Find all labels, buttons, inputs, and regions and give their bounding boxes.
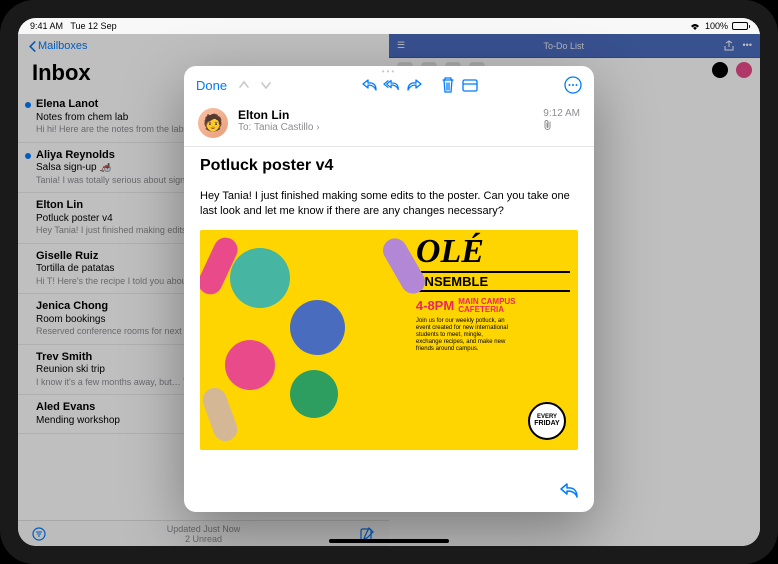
poster-desc: Join us for our weekly potluck, an event… — [416, 318, 508, 354]
poster-title: OLÉ — [416, 238, 570, 267]
wifi-icon — [689, 22, 701, 31]
email-body[interactable]: Potluck poster v4 Hey Tania! I just fini… — [184, 147, 594, 512]
trash-icon[interactable] — [439, 76, 457, 94]
notes-title: To-Do List — [544, 41, 585, 51]
modal-toolbar: Done — [184, 76, 594, 100]
battery-icon — [732, 22, 748, 30]
every-friday-badge: EVERY FRIDAY — [528, 402, 566, 440]
badge-bottom: FRIDAY — [534, 420, 559, 427]
modal-grip[interactable] — [184, 66, 594, 76]
notes-menu-icon[interactable]: ☰ — [397, 40, 405, 51]
status-bar: 9:41 AM Tue 12 Sep 100% — [18, 18, 760, 34]
color-pink[interactable] — [736, 62, 752, 78]
email-subject: Potluck poster v4 — [200, 157, 578, 175]
poster-subtitle: ENSEMBLE — [416, 271, 570, 292]
poster-loc2: CAFETERIA — [458, 306, 515, 314]
archive-icon[interactable] — [461, 76, 479, 94]
status-time: 9:41 AM — [30, 21, 63, 31]
email-header: 🧑 Elton Lin To: Tania Castillo › 9:12 AM — [184, 100, 594, 147]
next-email-icon[interactable] — [257, 76, 275, 94]
battery-percent: 100% — [705, 21, 728, 31]
filter-icon[interactable] — [32, 527, 46, 541]
email-modal: Done — [184, 66, 594, 512]
attachment-icon — [543, 119, 580, 131]
color-black[interactable] — [712, 62, 728, 78]
updated-label: Updated Just Now — [18, 524, 389, 534]
mailboxes-back-button[interactable]: Mailboxes — [18, 34, 389, 58]
forward-icon[interactable] — [405, 76, 423, 94]
quick-reply-icon[interactable] — [558, 480, 582, 504]
unread-dot-icon — [25, 102, 31, 108]
email-to[interactable]: To: Tania Castillo › — [238, 122, 533, 133]
home-indicator[interactable] — [329, 539, 449, 543]
status-date: Tue 12 Sep — [70, 21, 116, 31]
prev-email-icon[interactable] — [235, 76, 253, 94]
notes-share-icon[interactable] — [723, 40, 735, 52]
reply-all-icon[interactable] — [383, 76, 401, 94]
chevron-right-icon: › — [316, 122, 319, 133]
to-label: To: — [238, 122, 251, 133]
email-time: 9:12 AM — [543, 108, 580, 119]
reply-icon[interactable] — [361, 76, 379, 94]
notes-more-icon[interactable]: ••• — [743, 40, 752, 52]
poster-attachment[interactable]: OLÉ ENSEMBLE 4-8PM MAIN CAMPUS CAFETERIA… — [200, 230, 578, 450]
avatar[interactable]: 🧑 — [198, 108, 228, 138]
done-button[interactable]: Done — [196, 78, 227, 93]
email-text: Hey Tania! I just finished making some e… — [200, 189, 578, 220]
back-label: Mailboxes — [38, 40, 88, 52]
email-from[interactable]: Elton Lin — [238, 108, 533, 122]
more-actions-icon[interactable] — [564, 76, 582, 94]
poster-time: 4-8PM — [416, 298, 454, 313]
unread-dot-icon — [25, 153, 31, 159]
to-name[interactable]: Tania Castillo — [254, 122, 313, 133]
notes-header: ☰ To-Do List ••• — [389, 34, 760, 58]
